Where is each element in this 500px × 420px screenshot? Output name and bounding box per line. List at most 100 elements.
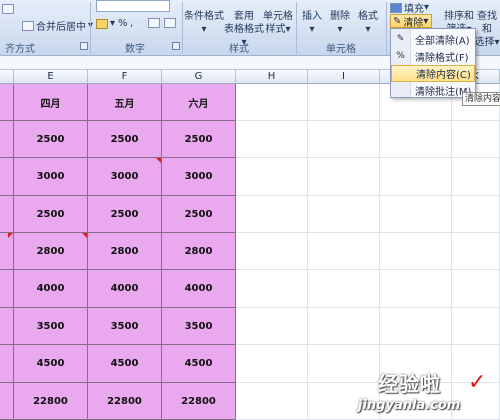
table-cell[interactable]: 2500 [14, 121, 88, 158]
checkmark-icon: ✓ [468, 370, 487, 395]
table-cell[interactable]: 4000 [88, 270, 162, 308]
grid-cell[interactable] [380, 233, 452, 270]
grid-cell[interactable] [380, 121, 452, 158]
merge-center-button[interactable]: 合并后居中 ▾ [22, 18, 93, 33]
table-cell[interactable] [0, 196, 14, 233]
conditional-format-button[interactable]: 条件格式 ▾ [184, 10, 224, 36]
grid-cell[interactable] [236, 308, 308, 345]
currency-format-button[interactable]: ▾ [96, 18, 115, 29]
table-cell[interactable]: 4000 [162, 270, 236, 308]
table-cell[interactable] [0, 345, 14, 383]
cell-style-button[interactable]: 单元格 样式▾ [262, 10, 294, 36]
grid-cell[interactable] [452, 233, 500, 270]
watermark-title: 经验啦 [378, 372, 441, 396]
column-header-i[interactable]: I [308, 70, 380, 84]
table-cell[interactable]: 4500 [162, 345, 236, 383]
group-separator [182, 2, 183, 54]
table-cell[interactable]: 2800 [88, 233, 162, 270]
grid-cell[interactable] [380, 158, 452, 196]
grid-cell[interactable] [380, 196, 452, 233]
grid-cell[interactable] [452, 196, 500, 233]
grid-cell[interactable] [236, 84, 308, 121]
menu-item-clear-contents[interactable]: 清除内容(C) [391, 65, 475, 82]
grid-cell[interactable] [380, 270, 452, 308]
column-header-e[interactable]: E [14, 70, 88, 84]
table-cell[interactable] [0, 121, 14, 158]
table-cell[interactable]: 3000 [14, 158, 88, 196]
decrease-decimal-icon [164, 18, 176, 28]
table-cell[interactable] [0, 308, 14, 345]
grid-cell[interactable] [308, 196, 380, 233]
menu-item-clear-formats[interactable]: % 清除格式(F) [391, 48, 475, 65]
table-cell[interactable]: 3500 [88, 308, 162, 345]
group-separator [386, 2, 387, 54]
alignment-group-label: 齐方式 [5, 44, 35, 55]
chevron-down-icon: ▾ [423, 15, 429, 27]
column-header-h[interactable]: H [236, 70, 308, 84]
grid-cell[interactable] [452, 308, 500, 345]
cells-group-label: 单元格 [326, 44, 356, 55]
table-cell[interactable]: 4500 [88, 345, 162, 383]
merge-icon [22, 20, 34, 31]
insert-button[interactable]: 插入 ▾ [298, 10, 326, 36]
table-header-cell[interactable]: 五月 [88, 84, 162, 121]
comma-button[interactable]: , [130, 18, 133, 29]
table-header-cell[interactable]: 四月 [14, 84, 88, 121]
clear-button[interactable]: ✎ 清除 ▾ [390, 14, 432, 29]
menu-item-clear-all[interactable]: ✎ 全部清除(A) [391, 31, 475, 48]
grid-cell[interactable] [452, 270, 500, 308]
number-format-select[interactable] [96, 0, 170, 12]
table-cell[interactable]: 2500 [88, 196, 162, 233]
number-launcher-icon[interactable] [172, 42, 180, 50]
table-cell[interactable]: 22800 [14, 383, 88, 420]
grid-cell[interactable] [308, 308, 380, 345]
grid-cell[interactable] [236, 270, 308, 308]
table-cell[interactable] [0, 84, 14, 121]
grid-cell[interactable] [452, 158, 500, 196]
table-cell[interactable]: 2500 [88, 121, 162, 158]
grid-cell[interactable] [308, 84, 380, 121]
grid-cell[interactable] [236, 196, 308, 233]
table-cell[interactable]: 4000 [14, 270, 88, 308]
format-button[interactable]: 格式 ▾ [354, 10, 382, 36]
decrease-decimal-button[interactable] [164, 18, 178, 28]
table-cell[interactable]: 2800 [14, 233, 88, 270]
clear-format-icon: % [396, 51, 405, 61]
table-cell[interactable]: 2500 [162, 196, 236, 233]
table-cell[interactable]: 22800 [162, 383, 236, 420]
table-cell[interactable]: 22800 [88, 383, 162, 420]
find-select-button[interactable]: 查找和 选择▾ [474, 10, 500, 49]
table-cell[interactable]: 2800 [162, 233, 236, 270]
table-header-cell[interactable]: 六月 [162, 84, 236, 121]
grid-cell[interactable] [236, 233, 308, 270]
column-header-f[interactable]: F [88, 70, 162, 84]
percent-button[interactable]: % [118, 18, 128, 29]
alignment-launcher-icon[interactable] [80, 42, 88, 50]
table-cell[interactable] [0, 383, 14, 420]
column-header-partial[interactable] [0, 70, 14, 84]
grid-cell[interactable] [308, 270, 380, 308]
grid-cell[interactable] [452, 121, 500, 158]
table-cell[interactable]: 2500 [162, 121, 236, 158]
increase-decimal-button[interactable] [148, 18, 162, 28]
grid-cell[interactable] [236, 158, 308, 196]
table-cell[interactable]: 2500 [14, 196, 88, 233]
table-cell[interactable] [0, 270, 14, 308]
grid-cell[interactable] [236, 383, 308, 420]
grid-cell[interactable] [308, 121, 380, 158]
table-cell[interactable]: 3000 [162, 158, 236, 196]
wrap-icon[interactable] [2, 4, 16, 14]
grid-cell[interactable] [308, 158, 380, 196]
table-cell[interactable] [0, 233, 14, 270]
column-header-g[interactable]: G [162, 70, 236, 84]
grid-cell[interactable] [380, 308, 452, 345]
table-cell[interactable] [0, 158, 14, 196]
grid-cell[interactable] [236, 121, 308, 158]
table-cell[interactable]: 3500 [162, 308, 236, 345]
grid-cell[interactable] [308, 233, 380, 270]
table-cell[interactable]: 4500 [14, 345, 88, 383]
table-cell[interactable]: 3000 [88, 158, 162, 196]
grid-cell[interactable] [236, 345, 308, 383]
table-cell[interactable]: 3500 [14, 308, 88, 345]
delete-button[interactable]: 删除 ▾ [326, 10, 354, 36]
